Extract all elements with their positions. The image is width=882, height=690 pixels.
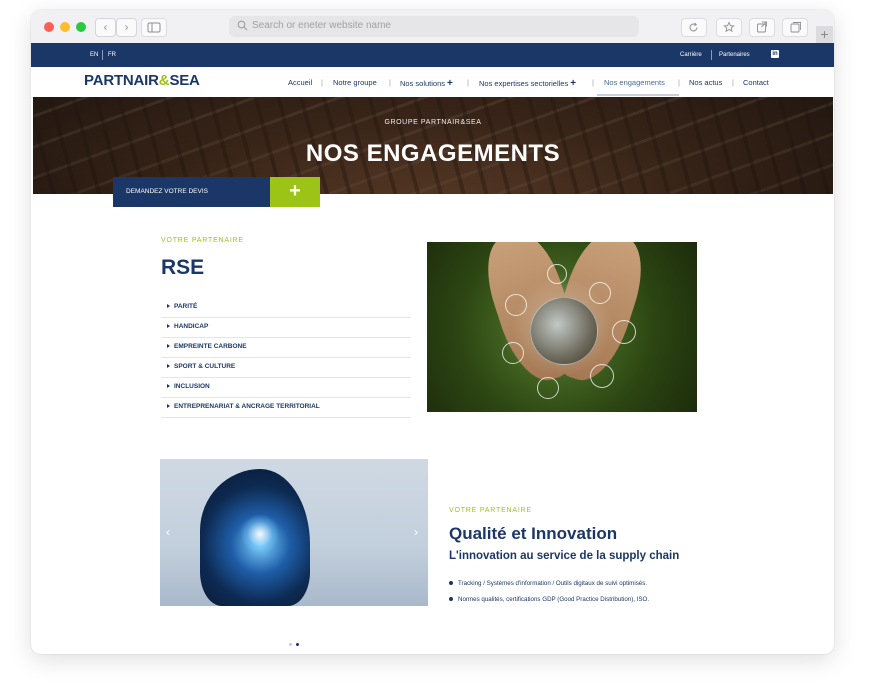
nav-separator: |	[467, 78, 469, 87]
lang-divider	[102, 50, 103, 60]
qualite-bullet-text: Normes qualités, certifications GDP (Goo…	[458, 596, 650, 603]
topbar-divider	[711, 50, 712, 60]
rse-item-label: EMPREINTE CARBONE	[174, 343, 247, 350]
nav-separator: |	[678, 78, 680, 87]
person-icon-ring	[505, 294, 527, 316]
rse-title: RSE	[161, 256, 205, 279]
globe-icon	[530, 297, 598, 365]
carriere-link[interactable]: Carrière	[680, 52, 702, 58]
rse-item-sport-culture[interactable]: SPORT & CULTURE	[161, 357, 411, 378]
nav-separator: |	[321, 78, 323, 87]
quote-plus-button[interactable]: +	[270, 177, 320, 207]
leaf-icon-ring	[502, 342, 524, 364]
top-bar: EN FR Carrière Partenaires in	[31, 43, 834, 67]
lang-en-link[interactable]: EN	[90, 52, 98, 58]
linkedin-icon[interactable]: in	[771, 50, 779, 58]
quote-request-label: DEMANDEZ VOTRE DEVIS	[126, 188, 208, 195]
caret-right-icon	[167, 404, 170, 408]
main-navigation: PARTNAIR&SEA Accueil | Notre groupe | No…	[31, 67, 834, 98]
qualite-title: Qualité et Innovation	[449, 524, 618, 543]
back-icon[interactable]: ‹	[95, 18, 116, 37]
qualite-bullet: Normes qualités, certifications GDP (Goo…	[449, 596, 649, 603]
forward-icon[interactable]: ›	[116, 18, 137, 37]
bullet-dot	[449, 581, 453, 586]
qualite-bullet: Tracking / Systèmes d'information / Outi…	[449, 580, 647, 587]
logo-end: SEA	[169, 72, 200, 89]
carousel-prev-icon[interactable]: ‹	[166, 525, 170, 539]
factory-icon-ring	[590, 364, 614, 388]
nav-item-accueil[interactable]: Accueil	[288, 78, 312, 87]
qualite-subtitle: L'innovation au service de la supply cha…	[449, 550, 680, 562]
light-flare	[240, 514, 280, 554]
browser-toolbar: ‹ › Search or eneter website name +	[31, 10, 834, 44]
active-nav-underline	[597, 94, 679, 96]
nav-item-nos-actus[interactable]: Nos actus	[689, 78, 722, 87]
browser-window: ‹ › Search or eneter website name + EN F…	[31, 10, 834, 654]
quote-request-button[interactable]: DEMANDEZ VOTRE DEVIS	[113, 177, 270, 207]
nav-item-nos-expertises[interactable]: Nos expertises sectorielles +	[479, 78, 576, 89]
expand-plus-icon: +	[447, 78, 453, 89]
bookmark-star-icon[interactable]	[716, 18, 742, 37]
logo-ampersand: &	[158, 72, 170, 89]
reload-icon[interactable]	[681, 18, 707, 37]
carousel-next-icon[interactable]: ›	[414, 525, 418, 539]
caret-right-icon	[167, 324, 170, 328]
url-bar[interactable]: Search or eneter website name	[229, 16, 639, 37]
nav-item-nos-engagements[interactable]: Nos engagements	[604, 78, 665, 87]
nav-item-contact[interactable]: Contact	[743, 78, 769, 87]
nav-item-notre-groupe[interactable]: Notre groupe	[333, 78, 377, 87]
qualite-kicker: VOTRE PARTENAIRE	[449, 507, 532, 514]
qualite-bullet-text: Tracking / Systèmes d'information / Outi…	[458, 580, 648, 587]
url-placeholder: Search or eneter website name	[252, 20, 391, 31]
rse-item-inclusion[interactable]: INCLUSION	[161, 377, 411, 398]
caret-right-icon	[167, 384, 170, 388]
lang-fr-link[interactable]: FR	[108, 52, 116, 58]
nav-separator: |	[389, 78, 391, 87]
minimize-window-button[interactable]	[60, 22, 70, 32]
logo-main: PARTNAIR	[84, 72, 159, 89]
rse-item-label: PARITÉ	[174, 303, 198, 310]
eco-icon-ring	[547, 264, 567, 284]
caret-right-icon	[167, 364, 170, 368]
maximize-window-button[interactable]	[76, 22, 86, 32]
search-icon	[237, 20, 248, 31]
rse-item-label: HANDICAP	[174, 323, 209, 330]
tabs-overview-icon[interactable]	[782, 18, 808, 37]
new-tab-icon[interactable]: +	[816, 26, 833, 43]
rse-hands-globe-image	[427, 242, 697, 412]
cloud-icon-ring	[537, 377, 559, 399]
hero-title: NOS ENGAGEMENTS	[305, 140, 561, 167]
share-icon[interactable]	[749, 18, 775, 37]
close-window-button[interactable]	[44, 22, 54, 32]
nav-item-label: Nos expertises sectorielles	[479, 79, 569, 88]
people-icon-ring	[612, 320, 636, 344]
site-logo[interactable]: PARTNAIR&SEA	[84, 72, 200, 89]
innovation-carousel-image: ‹ ›	[160, 459, 428, 606]
carousel-dot-active[interactable]	[296, 643, 299, 646]
rse-item-label: SPORT & CULTURE	[174, 363, 236, 370]
caret-right-icon	[167, 344, 170, 348]
rse-item-label: INCLUSION	[174, 383, 210, 390]
rse-item-label: ENTREPRENARIAT & ANCRAGE TERRITORIAL	[174, 403, 320, 410]
expand-plus-icon: +	[570, 78, 577, 89]
hero-subtitle: GROUPE PARTNAIR&SEA	[384, 119, 482, 126]
rse-item-parite[interactable]: PARITÉ	[161, 297, 411, 318]
caret-right-icon	[167, 304, 170, 308]
rse-item-empreinte-carbone[interactable]: EMPREINTE CARBONE	[161, 337, 411, 358]
rse-item-handicap[interactable]: HANDICAP	[161, 317, 411, 338]
building-icon-ring	[589, 282, 611, 304]
nav-item-label: Nos solutions	[400, 79, 446, 88]
nav-separator: |	[592, 78, 594, 87]
nav-separator: |	[732, 78, 734, 87]
nav-item-nos-solutions[interactable]: Nos solutions +	[400, 78, 453, 89]
rse-item-entreprenariat[interactable]: ENTREPRENARIAT & ANCRAGE TERRITORIAL	[161, 397, 411, 418]
carousel-dot[interactable]	[289, 643, 292, 646]
partenaires-link[interactable]: Partenaires	[719, 52, 750, 58]
rse-kicker: VOTRE PARTENAIRE	[161, 237, 244, 244]
bullet-dot	[449, 597, 453, 602]
sidebar-icon[interactable]	[141, 18, 167, 37]
